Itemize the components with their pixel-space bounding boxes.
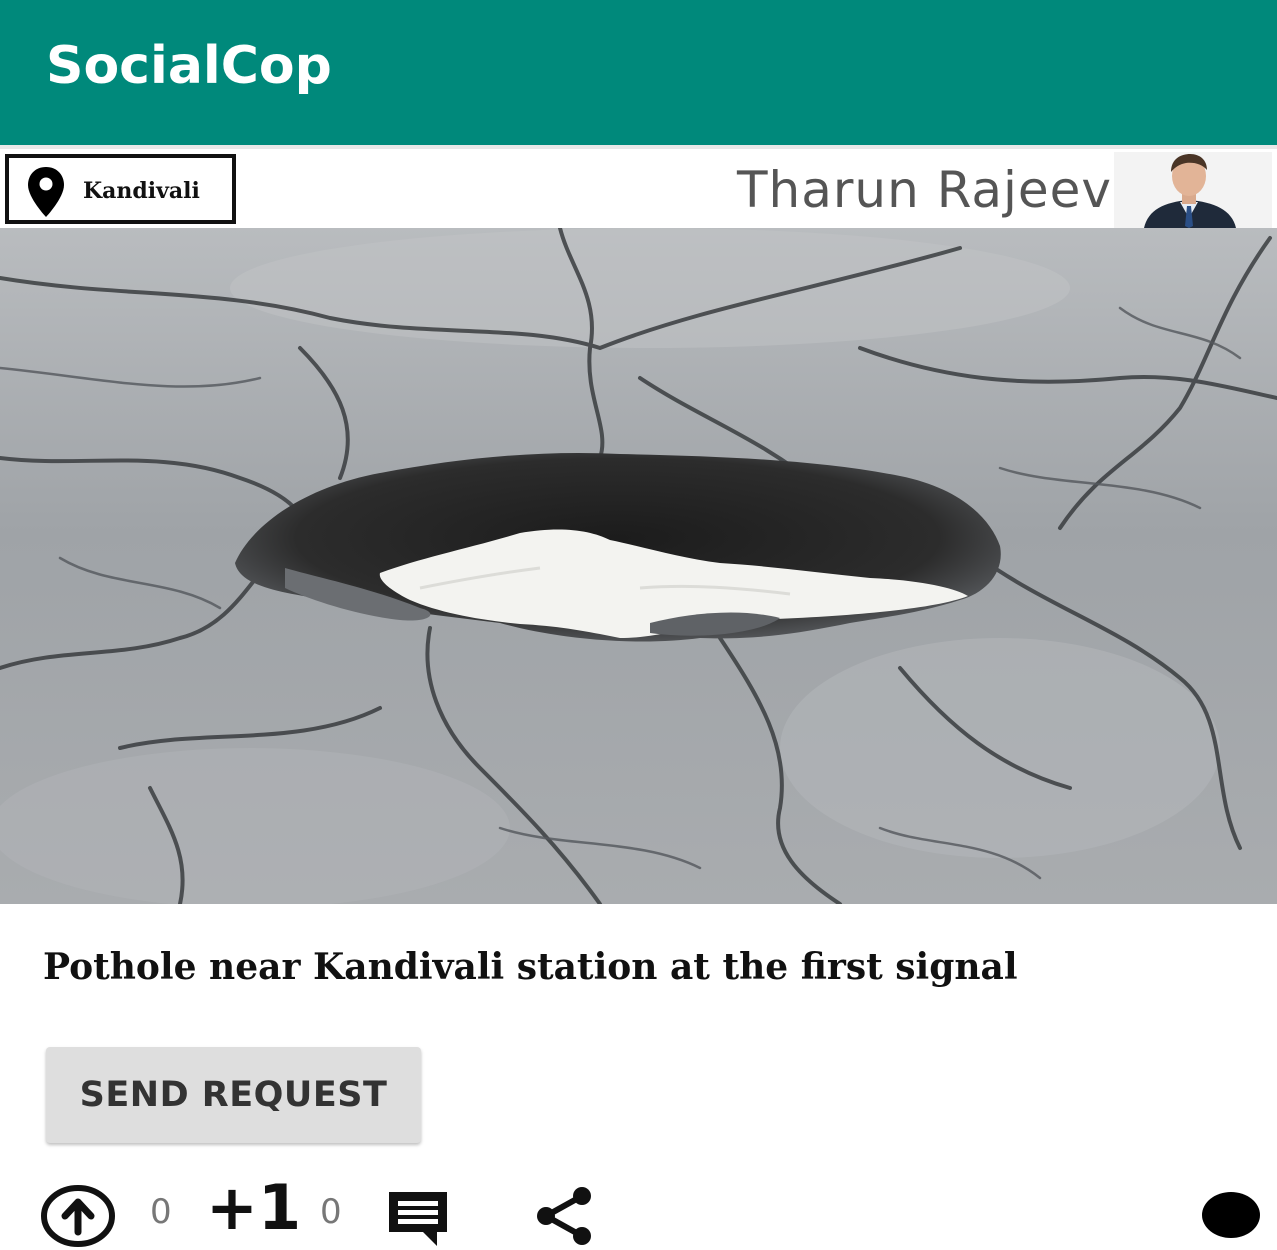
arrow-up-circle-icon[interactable] — [40, 1184, 116, 1248]
upvote-count: 0 — [150, 1192, 172, 1232]
plus-one-button[interactable]: +1 — [206, 1173, 301, 1242]
app-title: SocialCop — [46, 36, 332, 96]
comment-icon[interactable] — [385, 1188, 451, 1248]
avatar-image — [1114, 152, 1272, 228]
post-image[interactable] — [0, 228, 1277, 904]
post-title: Pothole near Kandivali station at the fi… — [43, 946, 1018, 988]
send-request-button[interactable]: SEND REQUEST — [46, 1047, 421, 1143]
action-bar: 0 +1 0 — [0, 1170, 1277, 1250]
pothole-photo — [0, 228, 1277, 904]
status-dot — [1202, 1192, 1260, 1238]
share-icon[interactable] — [534, 1186, 594, 1246]
map-pin-icon — [28, 167, 64, 217]
author-name[interactable]: Tharun Rajeev — [737, 160, 1112, 220]
app-bar: SocialCop — [0, 0, 1277, 145]
location-label: Kandivali — [83, 178, 200, 204]
avatar[interactable] — [1114, 152, 1272, 228]
location-chip[interactable]: Kandivali — [5, 154, 236, 224]
plus-one-count: 0 — [320, 1192, 342, 1232]
